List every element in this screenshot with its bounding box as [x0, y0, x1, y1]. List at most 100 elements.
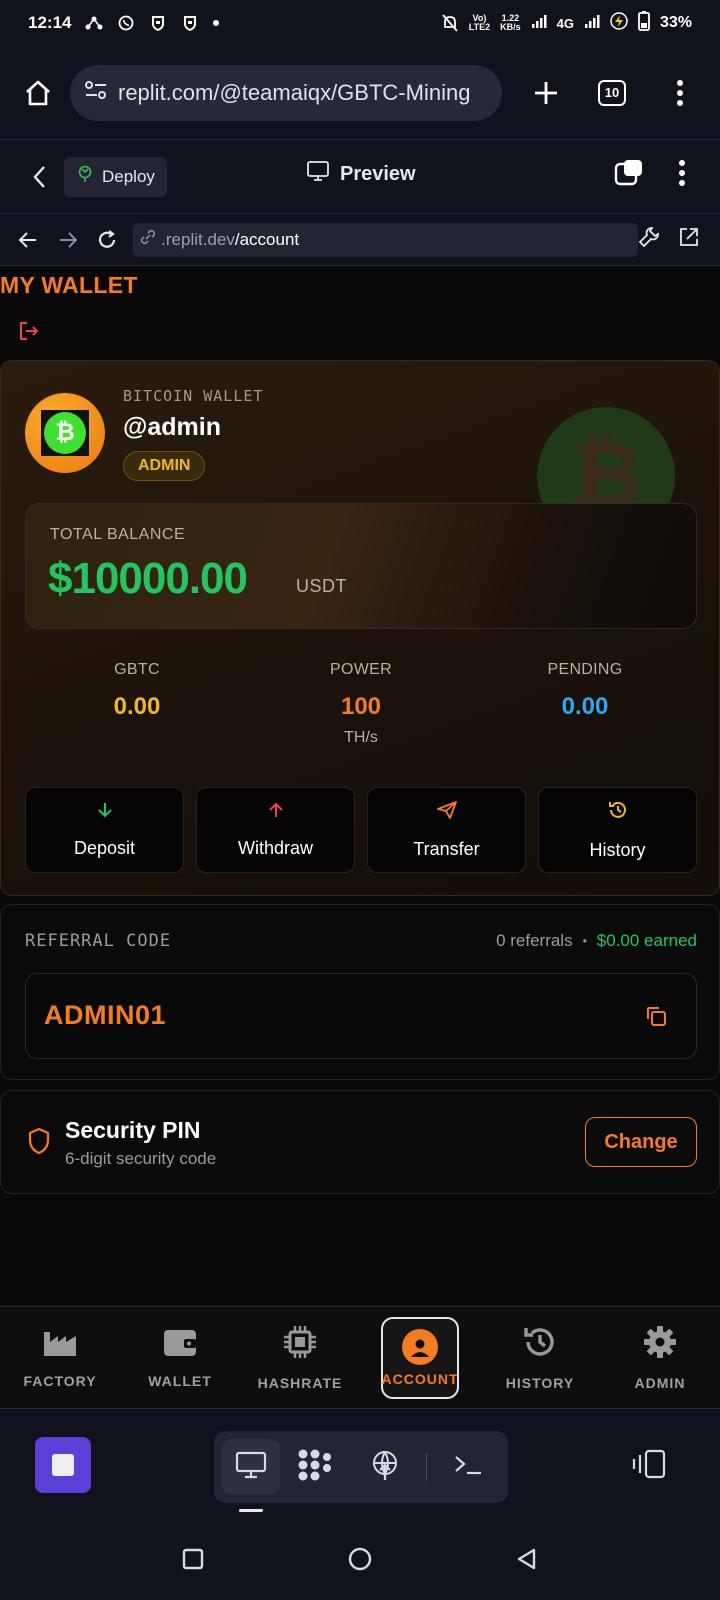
gear-icon [642, 1324, 678, 1365]
preview-tab[interactable]: Preview [306, 160, 416, 188]
agent-icon [297, 1448, 333, 1487]
stat-pending: PENDING 0.00 [473, 661, 697, 761]
nav-label: ADMIN [634, 1375, 686, 1391]
transfer-label: Transfer [413, 839, 480, 859]
preview-tool-tab[interactable] [222, 1439, 280, 1495]
deposit-button[interactable]: Deposit [25, 787, 184, 873]
change-pin-button[interactable]: Change [585, 1117, 697, 1167]
nav-label: WALLET [148, 1373, 212, 1389]
url-path: /account [234, 229, 300, 249]
recents-icon[interactable] [181, 1547, 205, 1576]
status-bar: 12:14 Vo) LTE2 1.22 KB/s 4G 33% [0, 0, 720, 46]
referral-code: ADMIN01 [44, 1000, 167, 1030]
factory-icon [42, 1326, 78, 1363]
balance-unit: USDT [296, 576, 347, 596]
signal-icon [531, 14, 547, 33]
browser-menu-icon[interactable] [670, 75, 690, 111]
webview-url-bar: .replit.dev/account [0, 214, 720, 266]
wallet-icon [162, 1326, 198, 1363]
home-circle-icon[interactable] [347, 1546, 373, 1577]
nav-hashrate[interactable]: HASHRATE [240, 1307, 360, 1408]
withdraw-button[interactable]: Withdraw [196, 787, 355, 873]
android-navigation-bar [0, 1522, 720, 1600]
nav-factory[interactable]: FACTORY [0, 1307, 120, 1408]
nav-wallet[interactable]: WALLET [120, 1307, 240, 1408]
preview-label: Preview [340, 162, 416, 185]
network-type: 4G [556, 15, 574, 31]
logout-icon[interactable] [18, 320, 40, 347]
stat-label: POWER [330, 661, 392, 678]
withdraw-label: Withdraw [237, 838, 313, 858]
back-triangle-icon[interactable] [515, 1547, 539, 1576]
stat-label: PENDING [547, 661, 623, 678]
history-button[interactable]: History [538, 787, 697, 873]
panels-icon[interactable] [632, 1449, 666, 1484]
stat-power: POWER 100 TH/s [249, 661, 473, 761]
split-view-icon[interactable] [614, 158, 644, 193]
open-external-icon[interactable] [678, 226, 700, 253]
role-badge: ADMIN [123, 451, 206, 481]
referral-card: REFERRAL CODE 0 referrals • $0.00 earned… [0, 904, 720, 1080]
stat-gbtc: GBTC 0.00 [25, 661, 249, 761]
nav-label: HASHRATE [257, 1375, 343, 1391]
transfer-button[interactable]: Transfer [367, 787, 526, 873]
replit-tool-tabs [214, 1431, 508, 1503]
monitor-icon [235, 1451, 267, 1484]
stat-value: 100 [340, 693, 382, 720]
shell-tool-tab[interactable] [433, 1431, 503, 1503]
balance-value: $10000.00 [48, 554, 248, 603]
referral-count: 0 referrals [496, 931, 573, 950]
new-tab-icon[interactable] [528, 75, 564, 111]
referral-stats: 0 referrals • $0.00 earned [496, 931, 697, 951]
volte-indicator: Vo) LTE2 [468, 13, 491, 32]
balance-label: TOTAL BALANCE [50, 526, 186, 543]
wallet-type-label: BITCOIN WALLET [123, 387, 264, 405]
selected-tab-indicator [239, 1509, 263, 1512]
forward-arrow-icon[interactable] [54, 226, 82, 254]
copy-icon[interactable] [644, 1004, 668, 1033]
agent-tool-tab[interactable] [280, 1431, 350, 1503]
address-text: replit.com/@teamaiqx/GBTC-Mining [118, 79, 471, 105]
app-viewport: MY WALLET ₿ ₿ BITCOIN WALLET @admin ADMI… [0, 266, 720, 1306]
nav-admin[interactable]: ADMIN [600, 1307, 720, 1408]
back-arrow-icon[interactable] [14, 226, 42, 254]
security-pin-card: Security PIN 6-digit security code Chang… [0, 1090, 720, 1194]
deploy-label: Deploy [102, 166, 155, 186]
mute-bell-icon [441, 14, 459, 32]
referral-label: REFERRAL CODE [25, 931, 172, 951]
stat-value: 0.00 [561, 693, 609, 720]
shield-app-icon [149, 14, 167, 32]
replit-menu-icon[interactable] [678, 159, 686, 192]
nav-account[interactable]: ACCOUNT [360, 1307, 480, 1408]
stop-button[interactable] [35, 1437, 91, 1493]
page-title: MY WALLET [0, 272, 138, 298]
deploy-tool-tab[interactable] [350, 1431, 420, 1503]
referral-code-box: ADMIN01 [25, 973, 697, 1059]
whatsapp-icon [117, 14, 135, 32]
nav-history[interactable]: HISTORY [480, 1307, 600, 1408]
signal-icon-2 [584, 14, 600, 33]
battery-percent: 33% [659, 14, 692, 31]
deposit-label: Deposit [73, 838, 136, 858]
arrow-up-icon [267, 801, 285, 824]
shield-app-icon-2 [181, 14, 199, 32]
stop-icon [52, 1454, 74, 1476]
webview-url-input[interactable]: .replit.dev/account [133, 222, 639, 257]
balance-panel: TOTAL BALANCE $10000.00 USDT [25, 503, 697, 629]
home-icon[interactable] [20, 75, 56, 111]
nav-label: ACCOUNT [381, 1370, 459, 1387]
replit-toolbar [0, 1408, 720, 1522]
back-chevron-icon[interactable] [22, 159, 58, 195]
security-pin-title: Security PIN [65, 1117, 201, 1143]
notification-dot-icon [213, 20, 220, 26]
battery-icon [638, 10, 650, 36]
tab-switcher-button[interactable]: 10 [598, 79, 626, 106]
network-share-icon [85, 14, 103, 32]
nav-label: FACTORY [23, 1373, 97, 1389]
reload-icon[interactable] [93, 226, 121, 254]
nav-label: HISTORY [505, 1375, 575, 1391]
site-settings-icon[interactable] [84, 79, 108, 106]
address-bar[interactable]: replit.com/@teamaiqx/GBTC-Mining [70, 64, 502, 121]
deploy-button[interactable]: Deploy [64, 156, 167, 197]
devtools-wrench-icon[interactable] [638, 226, 660, 253]
